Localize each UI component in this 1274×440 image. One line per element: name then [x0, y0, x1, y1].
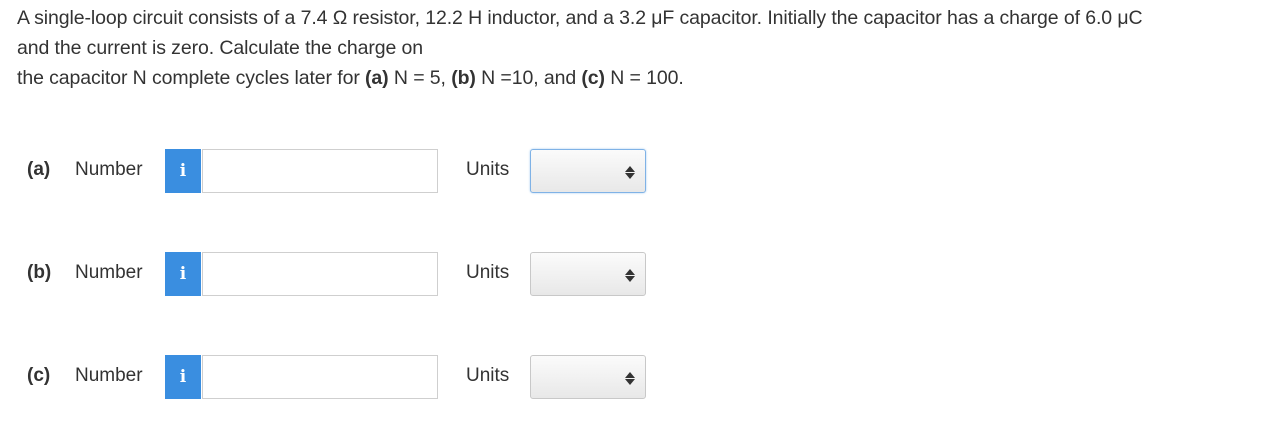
info-icon[interactable]: i	[165, 355, 201, 399]
question-line-3: the capacitor N complete cycles later fo…	[17, 63, 1267, 93]
part-label-b: (b)	[27, 262, 52, 283]
question-line-1: A single-loop circuit consists of a 7.4 …	[17, 7, 1143, 29]
part-c-text: N = 100.	[604, 67, 684, 89]
question-page: A single-loop circuit consists of a 7.4 …	[0, 0, 1274, 440]
units-select-a[interactable]	[530, 149, 646, 193]
question-line-2: and the current is zero. Calculate the c…	[17, 37, 424, 59]
units-label-a: Units	[466, 159, 510, 180]
part-b-tag: (b)	[451, 67, 476, 89]
question-text: A single-loop circuit consists of a 7.4 …	[17, 3, 1267, 93]
number-label-b: Number	[75, 262, 143, 283]
updown-arrows-icon	[625, 368, 635, 388]
units-label-b: Units	[466, 262, 510, 283]
number-label-a: Number	[75, 159, 143, 180]
units-select-c[interactable]	[530, 355, 646, 399]
updown-arrows-icon	[625, 265, 635, 285]
updown-arrows-icon	[625, 162, 635, 182]
number-input-c[interactable]	[202, 355, 438, 399]
number-input-a[interactable]	[202, 149, 438, 193]
number-label-c: Number	[75, 365, 143, 386]
part-label-a: (a)	[27, 159, 51, 180]
answer-row-b: (b) Number i Units	[0, 252, 700, 298]
part-a-text: N = 5,	[388, 67, 452, 89]
part-b-text: N =10, and	[475, 67, 582, 89]
part-label-c: (c)	[27, 365, 51, 386]
units-label-c: Units	[466, 365, 510, 386]
units-select-b[interactable]	[530, 252, 646, 296]
part-c-tag: (c)	[581, 67, 605, 89]
info-icon[interactable]: i	[165, 252, 201, 296]
part-a-tag: (a)	[365, 67, 389, 89]
number-input-b[interactable]	[202, 252, 438, 296]
info-icon[interactable]: i	[165, 149, 201, 193]
question-line-3-prefix: the capacitor N complete cycles later fo…	[17, 67, 366, 89]
answer-row-a: (a) Number i Units	[0, 149, 700, 195]
answer-row-c: (c) Number i Units	[0, 355, 700, 401]
